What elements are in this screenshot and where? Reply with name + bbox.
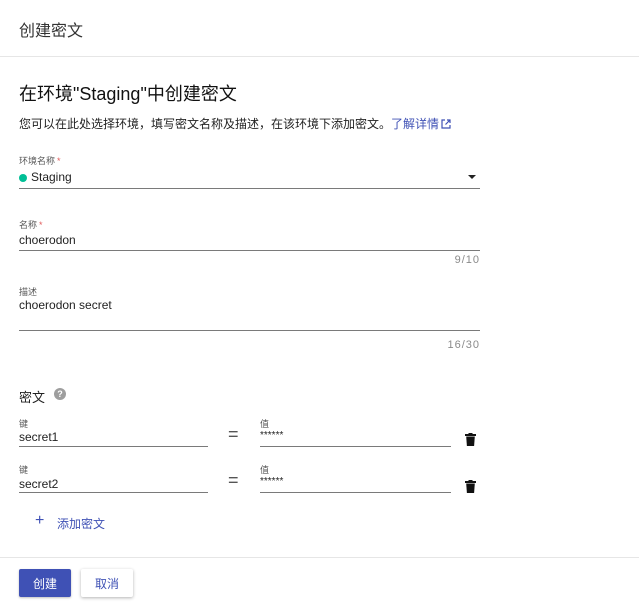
secret-key-label: 键 (19, 419, 29, 429)
delete-icon[interactable] (465, 433, 476, 446)
cancel-button[interactable]: 取消 (81, 569, 133, 597)
secret-value-label: 值 (260, 419, 270, 429)
secret-key-input[interactable]: secret1 (19, 430, 58, 444)
secret-value-underline (260, 492, 451, 493)
secret-value-input[interactable]: ****** (260, 430, 283, 441)
description-input[interactable]: choerodon secret (19, 298, 112, 312)
description-text: 您可以在此处选择环境，填写密文名称及描述，在该环境下添加密文。 (19, 117, 392, 131)
description-char-counter: 16/30 (447, 339, 480, 351)
secret-value-input[interactable]: ****** (260, 476, 283, 487)
help-icon[interactable]: ? (54, 388, 66, 400)
environment-select-value[interactable]: Staging (31, 170, 72, 184)
secrets-section-title: 密文 (19, 390, 46, 405)
environment-select-underline (19, 188, 480, 189)
description-input-underline (19, 330, 480, 331)
secret-key-label: 键 (19, 465, 29, 475)
create-button[interactable]: 创建 (19, 569, 71, 597)
name-char-counter: 9/10 (454, 254, 480, 266)
name-label-text: 名称 (19, 220, 38, 230)
external-link-icon (441, 119, 451, 129)
required-mark: * (57, 156, 61, 166)
dropdown-caret-icon[interactable] (468, 175, 476, 179)
page-title: 在环境"Staging"中创建密文 (19, 84, 237, 104)
plus-icon: + (35, 512, 45, 529)
description-label: 描述 (19, 287, 38, 297)
learn-more-label: 了解详情 (391, 117, 440, 131)
name-label: 名称 * (19, 218, 43, 231)
environment-label-text: 环境名称 (19, 156, 56, 166)
learn-more-link[interactable]: 了解详情 (391, 117, 451, 131)
delete-icon[interactable] (465, 480, 476, 493)
required-mark: * (39, 220, 43, 230)
secret-key-underline (19, 492, 208, 493)
page-description: 您可以在此处选择环境，填写密文名称及描述，在该环境下添加密文。了解详情 (19, 115, 451, 132)
dialog-header: 创建密文 (0, 0, 639, 57)
equals-sign: = (228, 424, 239, 444)
secret-key-underline (19, 446, 208, 447)
secret-value-label: 值 (260, 465, 270, 475)
footer-divider (0, 557, 639, 558)
name-input[interactable]: choerodon (19, 233, 76, 247)
environment-status-dot (19, 174, 27, 182)
name-input-underline (19, 250, 480, 251)
secret-key-input[interactable]: secret2 (19, 477, 58, 491)
equals-sign: = (228, 470, 239, 490)
add-secret-label: 添加密文 (57, 517, 106, 531)
environment-label: 环境名称 * (19, 154, 61, 167)
secret-value-underline (260, 446, 451, 447)
header-title: 创建密文 (19, 23, 84, 40)
